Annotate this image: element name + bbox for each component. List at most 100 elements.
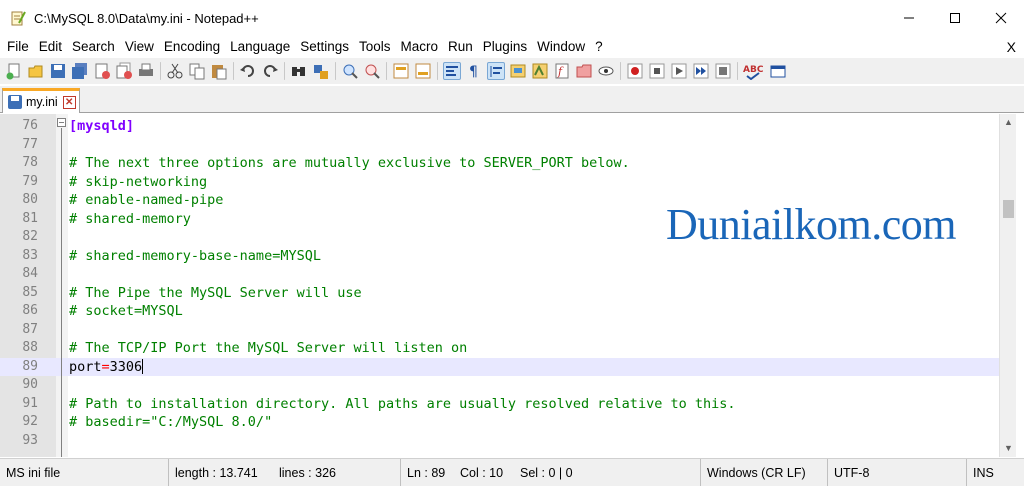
status-encoding[interactable]: UTF-8 [827,459,869,486]
sync-h-icon[interactable] [414,62,432,80]
code-line[interactable]: 79 # skip-networking [0,173,1000,192]
line-number: 81 [22,210,38,226]
folder-workspace-icon[interactable] [575,62,593,80]
save-macro-icon[interactable] [714,62,732,80]
scroll-down-icon[interactable]: ▼ [1000,440,1017,457]
zoom-in-icon[interactable] [341,62,359,80]
undo-icon[interactable] [239,62,257,80]
close-document-button[interactable]: X [1007,36,1016,58]
minimize-button[interactable] [886,0,932,36]
close-window-button[interactable] [978,0,1024,36]
line-text[interactable]: port=3306 [69,358,144,377]
line-text[interactable]: # enable-named-pipe [69,191,223,210]
redo-icon[interactable] [261,62,279,80]
play-macro-icon[interactable] [670,62,688,80]
code-line[interactable]: 78 # The next three options are mutually … [0,154,1000,173]
line-number: 89 [22,358,38,374]
open-file-icon[interactable] [27,62,45,80]
stop-macro-icon[interactable] [648,62,666,80]
line-text[interactable]: # shared-memory-base-name=MYSQL [69,247,321,266]
code-line[interactable]: 90 [0,376,1000,395]
line-text[interactable]: # Path to installation directory. All pa… [69,395,735,414]
line-text[interactable]: [mysqld] [69,117,134,136]
menu-language[interactable]: Language [225,36,295,58]
status-file-type: MS ini file [6,466,61,480]
menu-window[interactable]: Window [532,36,590,58]
line-number: 83 [22,247,38,263]
menu-edit[interactable]: Edit [34,36,67,58]
line-text[interactable]: # The TCP/IP Port the MySQL Server will … [69,339,467,358]
menu-run[interactable]: Run [443,36,478,58]
code-line[interactable]: 76 [mysqld] [0,117,1000,136]
save-all-icon[interactable] [71,62,89,80]
line-number: 88 [22,340,38,355]
close-icon[interactable] [93,62,111,80]
indent-guide-icon[interactable] [487,62,505,80]
record-macro-icon[interactable] [626,62,644,80]
code-line[interactable]: 88 # The TCP/IP Port the MySQL Server wil… [0,339,1000,358]
run-macro-multiple-icon[interactable] [692,62,710,80]
line-text[interactable]: # skip-networking [69,173,207,192]
paste-icon[interactable] [210,62,228,80]
menu-bar: File Edit Search View Encoding Language … [0,36,1024,58]
vertical-scrollbar[interactable]: ▲ ▼ [999,114,1016,457]
new-file-icon[interactable] [5,62,23,80]
code-line[interactable]: 77 [0,136,1000,155]
code-line[interactable]: 85 # The Pipe the MySQL Server will use [0,284,1000,303]
status-mode[interactable]: INS [966,459,994,486]
status-eol[interactable]: Windows (CR LF) [700,459,806,486]
menu-settings[interactable]: Settings [295,36,354,58]
copy-icon[interactable] [188,62,206,80]
editor[interactable]: 76 [mysqld] 77 78 # The next three options a… [0,114,1024,457]
scroll-up-icon[interactable]: ▲ [1000,114,1017,131]
line-text[interactable]: # basedir="C:/MySQL 8.0/" [69,413,272,432]
monitor-icon[interactable] [597,62,615,80]
udl-icon[interactable] [509,62,527,80]
print-icon[interactable] [137,62,155,80]
code-line[interactable]: 86 # socket=MYSQL [0,302,1000,321]
spellcheck-icon[interactable]: ABC [743,62,765,81]
status-ln: Ln : 89 [400,459,445,486]
code-area[interactable]: 76 [mysqld] 77 78 # The next three options a… [0,117,1000,450]
sync-v-icon[interactable] [392,62,410,80]
code-line[interactable]: 84 [0,265,1000,284]
menu-search[interactable]: Search [67,36,120,58]
cut-icon[interactable] [166,62,184,80]
menu-plugins[interactable]: Plugins [478,36,532,58]
all-chars-icon[interactable]: ¶ [465,62,483,80]
toolbar-separator [437,62,438,80]
toolbar-separator [386,62,387,80]
find-icon[interactable] [290,62,308,80]
zoom-out-icon[interactable] [363,62,381,80]
code-line[interactable]: 89 port=3306 [0,357,1000,377]
menu-tools[interactable]: Tools [354,36,396,58]
code-line[interactable]: 93 [0,432,1000,451]
wrap-icon[interactable] [443,62,461,80]
code-token-val: 3306 [109,358,143,375]
line-text[interactable]: # The Pipe the MySQL Server will use [69,284,362,303]
function-list-icon[interactable]: f [553,62,571,80]
code-line[interactable]: 87 [0,321,1000,340]
close-all-icon[interactable] [115,62,133,80]
save-icon[interactable] [49,62,67,80]
code-line[interactable]: 92 # basedir="C:/MySQL 8.0/" [0,413,1000,432]
tab-my-ini[interactable]: my.ini ✕ [2,88,80,113]
code-line[interactable]: 91 # Path to installation directory. All … [0,395,1000,414]
line-text[interactable]: # socket=MYSQL [69,302,183,321]
menu-encoding[interactable]: Encoding [159,36,225,58]
svg-text:ABC: ABC [743,65,764,75]
menu-file[interactable]: File [0,36,34,58]
doc-map-icon[interactable] [531,62,549,80]
scrollbar-thumb[interactable] [1003,200,1014,218]
menu-help[interactable]: ? [590,36,608,58]
menu-macro[interactable]: Macro [396,36,444,58]
replace-icon[interactable] [312,62,330,80]
line-text[interactable]: # shared-memory [69,210,191,229]
maximize-button[interactable] [932,0,978,36]
tab-close-icon[interactable]: ✕ [62,95,76,109]
toolbar-separator [233,62,234,80]
panel-icon[interactable] [769,62,787,80]
menu-view[interactable]: View [120,36,159,58]
fold-collapse-icon[interactable] [57,118,66,127]
line-text[interactable]: # The next three options are mutually ex… [69,154,630,173]
